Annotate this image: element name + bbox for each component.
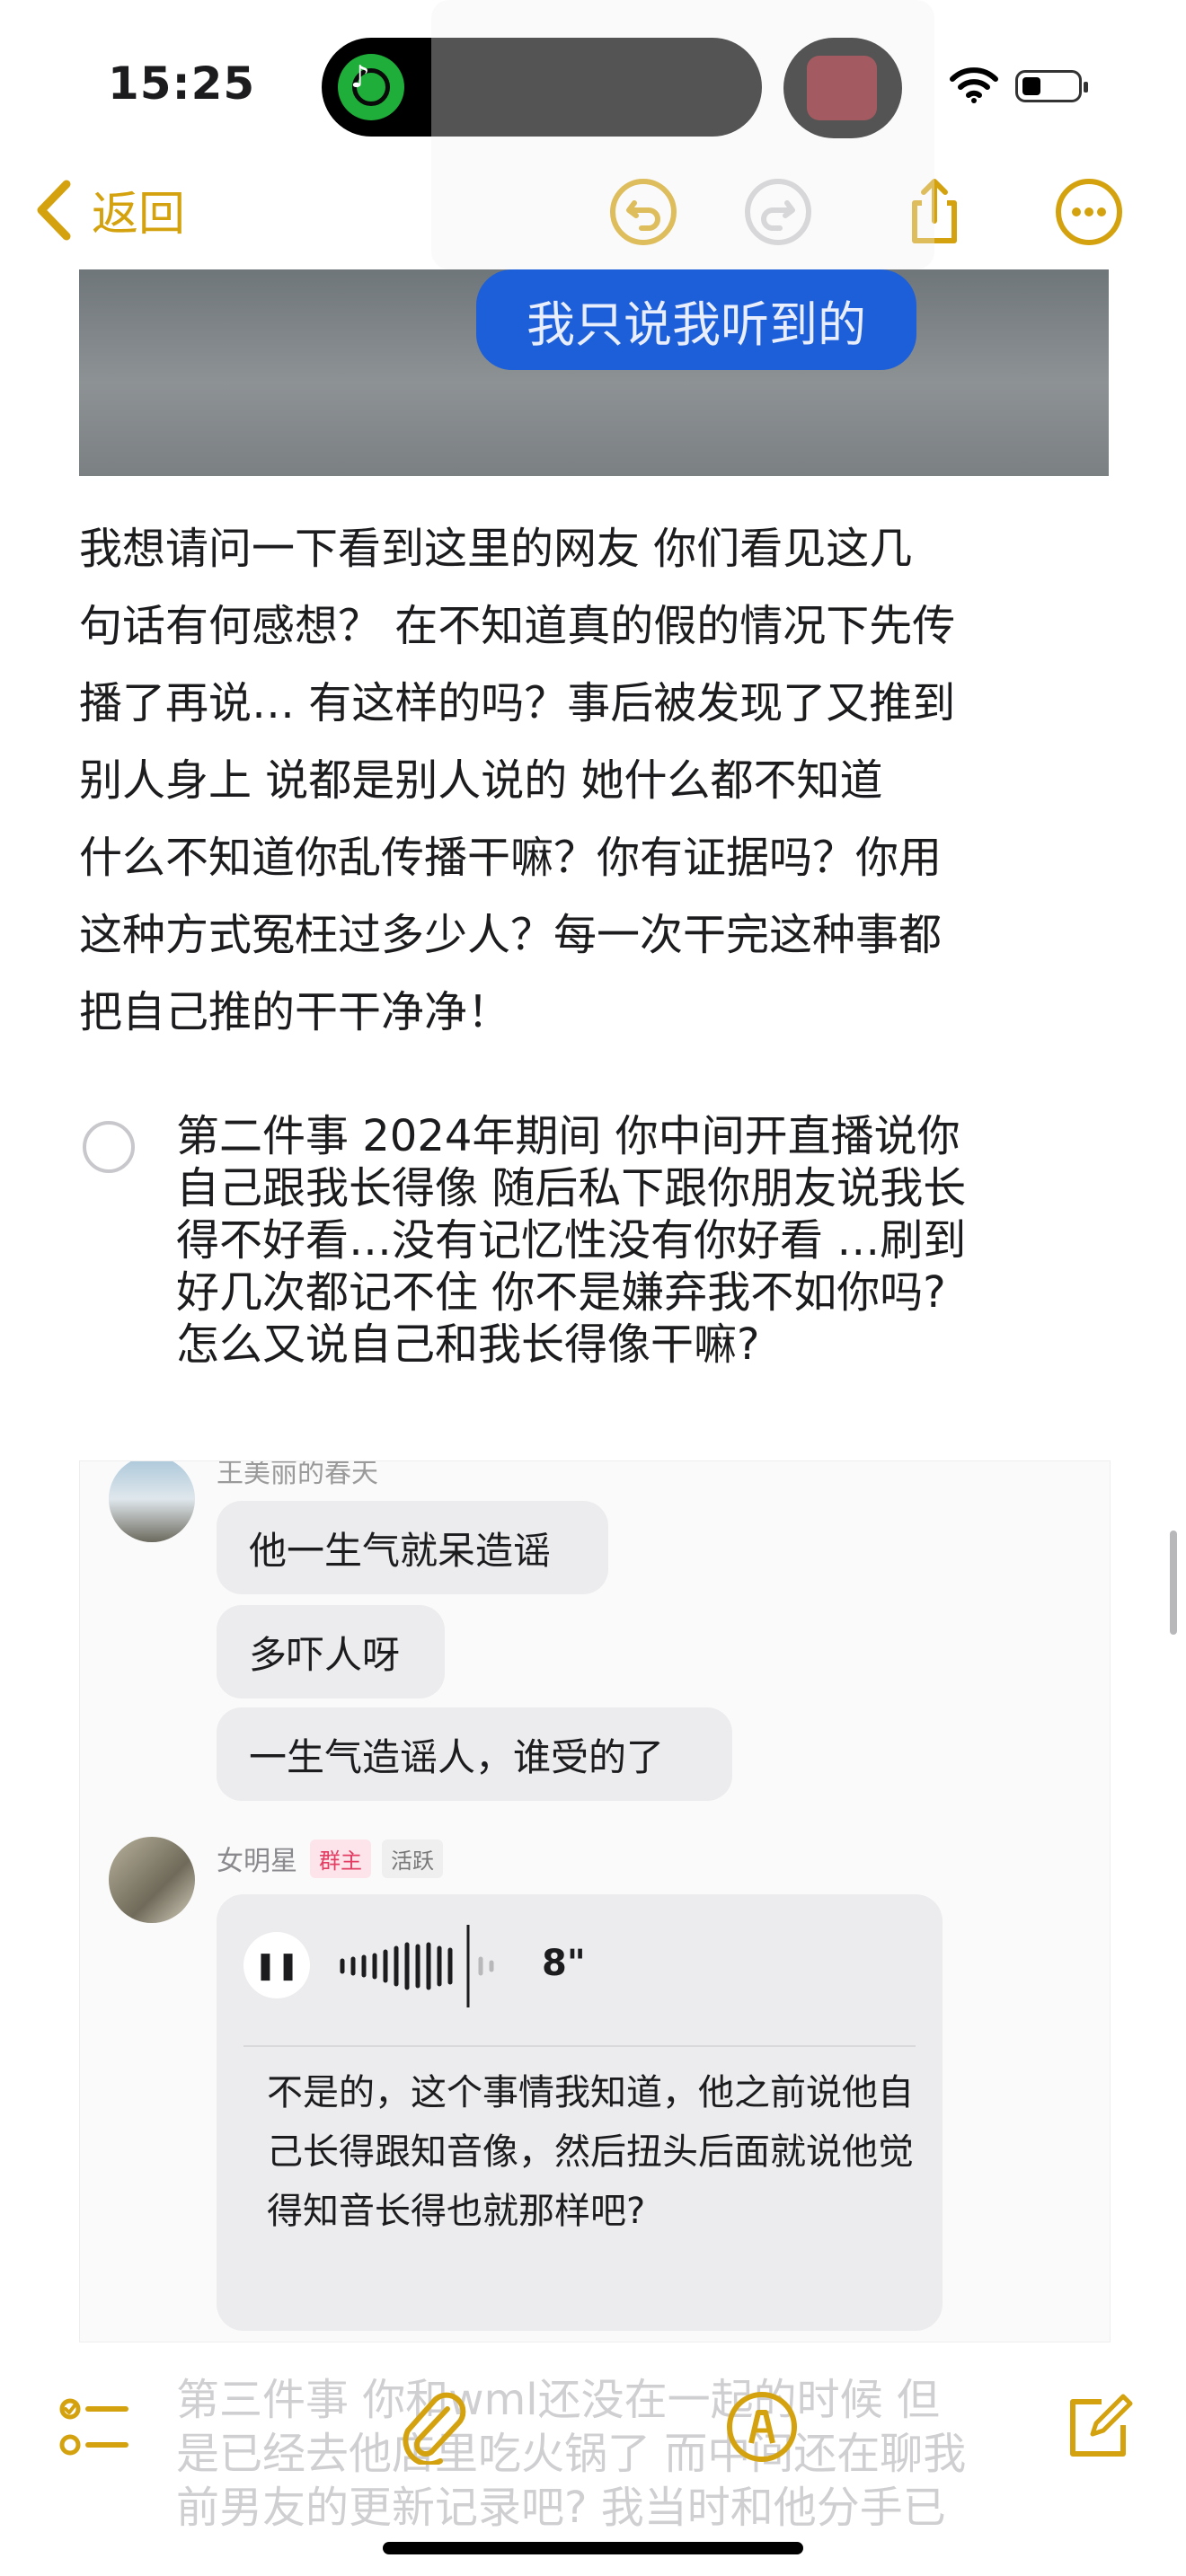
- checklist-line: 怎么又说自己和我长得像干嘛?: [176, 1319, 760, 1370]
- voice-duration: 8": [542, 1943, 586, 1984]
- checklist-icon[interactable]: [56, 2389, 131, 2465]
- wifi-icon: [950, 67, 998, 103]
- embedded-screenshot[interactable]: 我只说我听到的: [79, 269, 1109, 476]
- markup-pen-icon[interactable]: [724, 2389, 800, 2465]
- chat-bubble: 多吓人呀: [217, 1605, 445, 1698]
- status-time: 15:25: [108, 57, 256, 110]
- faded-line: 前男友的更新记录吧? 我当时和他分手已: [176, 2483, 946, 2533]
- waveform-icon: [340, 1925, 494, 2007]
- faded-line: 第三件事 你和wml还没在一起的时候 但: [176, 2375, 940, 2425]
- chat-name-row: 女明星 群主 活跃: [217, 1839, 454, 1878]
- host-badge: 群主: [310, 1839, 371, 1878]
- voice-transcript: 不是的，这个事情我知道，他之前说他自己长得跟知音像，然后扭头后面就说他觉得知音长…: [267, 2072, 914, 2232]
- paragraph-line: 什么不知道你乱传播干嘛？你有证据吗？你用: [79, 833, 943, 883]
- attachment-icon[interactable]: [395, 2389, 471, 2465]
- avatar: [109, 1461, 195, 1542]
- paragraph-line: 我想请问一下看到这里的网友 你们看见这几: [79, 524, 913, 574]
- chat-bubble: 他一生气就呆造谣: [217, 1501, 608, 1594]
- more-options-icon[interactable]: [1053, 176, 1125, 248]
- checklist-item[interactable]: 第二件事 2024年期间 你中间开直播说你 自己跟我长得像 随后私下跟你朋友说我…: [79, 1110, 1121, 1371]
- chat-bubble: 一生气造谣人，谁受的了: [217, 1707, 732, 1801]
- chat-screenshot[interactable]: 王美丽的春天 他一生气就呆造谣 多吓人呀 一生气造谣人，谁受的了 女明星 群主 …: [79, 1460, 1111, 2342]
- active-badge: 活跃: [382, 1839, 443, 1878]
- checklist-line: 好几次都记不住 你不是嫌弃我不如你吗?: [176, 1267, 946, 1318]
- screenshot-top-fade: [431, 0, 934, 269]
- paragraph-line: 播了再说… 有这样的吗？事后被发现了又推到: [79, 678, 956, 728]
- checklist-text: 第二件事 2024年期间 你中间开直播说你 自己跟我长得像 随后私下跟你朋友说我…: [176, 1110, 1121, 1371]
- faded-note-text: 第三件事 你和wml还没在一起的时候 但 是已经去他店里吃火锅了 而中间还在聊我…: [176, 2373, 1128, 2535]
- compose-icon[interactable]: [1060, 2389, 1136, 2465]
- chat-username: 王美丽的春天: [217, 1460, 378, 1489]
- battery-icon: [1015, 70, 1088, 102]
- checkbox-circle[interactable]: [83, 1121, 135, 1173]
- note-paragraph[interactable]: 我想请问一下看到这里的网友 你们看见这几 句话有何感想？ 在不知道真的假的情况下…: [79, 510, 1121, 1051]
- faded-line: 是已经去他店里吃火锅了 而中间还在聊我: [176, 2429, 967, 2479]
- checklist-line: 第二件事 2024年期间 你中间开直播说你: [176, 1111, 960, 1161]
- pause-icon: ❚❚: [243, 1932, 310, 1998]
- chevron-left-icon: [37, 180, 71, 240]
- checklist-line: 自己跟我长得像 随后私下跟你朋友说我长: [176, 1163, 967, 1213]
- back-button[interactable]: 返回: [32, 176, 185, 243]
- checklist-line: 得不好看…没有记忆性没有你好看 …刷到: [176, 1215, 967, 1266]
- back-label: 返回: [92, 188, 186, 242]
- avatar: [109, 1837, 195, 1923]
- voice-message: ❚❚ 8" 不是的，这个事情我知道，他之前说他自己长得跟知音像，然后扭头后面就说…: [217, 1894, 943, 2331]
- music-app-icon: [338, 54, 404, 120]
- scroll-indicator[interactable]: [1170, 1531, 1177, 1635]
- paragraph-line: 把自己推的干干净净！: [79, 987, 511, 1037]
- paragraph-line: 这种方式冤枉过多少人？每一次干完这种事都: [79, 910, 943, 960]
- chat-username: 女明星: [217, 1846, 297, 1877]
- home-indicator[interactable]: [383, 2542, 803, 2554]
- screenshot-bubble: 我只说我听到的: [476, 269, 916, 370]
- paragraph-line: 句话有何感想？ 在不知道真的假的情况下先传: [79, 601, 956, 651]
- paragraph-line: 别人身上 说都是别人说的 她什么都不知道: [79, 755, 883, 806]
- music-note-icon: ♪: [350, 59, 370, 95]
- divider: [243, 2045, 916, 2047]
